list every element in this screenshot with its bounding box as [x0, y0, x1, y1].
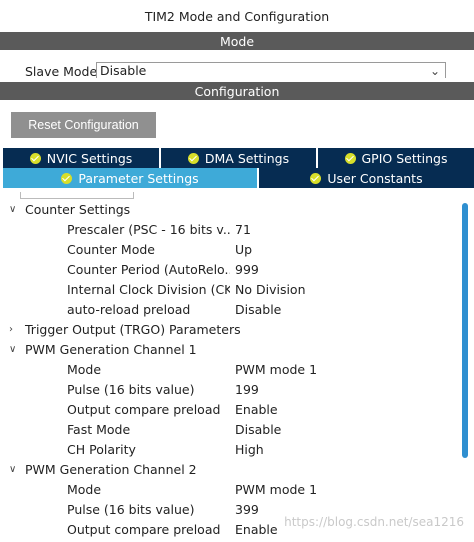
- tab-label: User Constants: [327, 170, 423, 186]
- param-name: Output compare preload: [67, 402, 221, 417]
- check-circle-icon: [344, 152, 356, 164]
- param-name: Pulse (16 bits value): [67, 382, 195, 397]
- chevron-down-icon: ⌄: [429, 64, 440, 78]
- param-name: Counter Mode: [67, 242, 155, 257]
- group-label: PWM Generation Channel 2: [25, 462, 197, 477]
- param-row[interactable]: Prescaler (PSC - 16 bits v... 71: [0, 220, 460, 240]
- param-row[interactable]: auto-reload preload Disable: [0, 300, 460, 320]
- reset-configuration-button[interactable]: Reset Configuration: [11, 112, 156, 138]
- search-field-edge[interactable]: [20, 192, 134, 199]
- param-name: Prescaler (PSC - 16 bits v...: [67, 222, 230, 237]
- param-value[interactable]: PWM mode 1: [235, 480, 317, 500]
- param-value[interactable]: Disable: [235, 420, 281, 440]
- param-row[interactable]: Mode PWM mode 1: [0, 360, 460, 380]
- mode-section-header: Mode: [0, 32, 474, 50]
- check-circle-icon: [187, 152, 199, 164]
- param-value[interactable]: Up: [235, 240, 252, 260]
- tab-label: Parameter Settings: [78, 170, 199, 186]
- param-value[interactable]: 199: [235, 380, 259, 400]
- param-value[interactable]: Enable: [235, 520, 278, 540]
- param-row[interactable]: Counter Period (AutoRelo... 999: [0, 260, 460, 280]
- tab-label: NVIC Settings: [46, 150, 133, 166]
- group-pwm-channel-2[interactable]: ∨ PWM Generation Channel 2: [0, 460, 460, 480]
- param-value[interactable]: 999: [235, 260, 259, 280]
- chevron-down-icon[interactable]: ∨: [9, 340, 16, 360]
- watermark: https://blog.csdn.net/sea1216: [284, 515, 464, 529]
- scrollbar-thumb[interactable]: [462, 203, 468, 458]
- param-row[interactable]: Counter Mode Up: [0, 240, 460, 260]
- chevron-down-icon[interactable]: ∨: [9, 200, 16, 220]
- configuration-section-header: Configuration: [0, 82, 474, 100]
- group-label: Trigger Output (TRGO) Parameters: [25, 322, 241, 337]
- check-circle-icon: [29, 152, 41, 164]
- slave-mode-label: Slave Mode: [25, 64, 98, 78]
- slave-mode-value: Disable: [100, 63, 147, 78]
- param-name: Counter Period (AutoRelo...: [67, 262, 230, 277]
- param-row[interactable]: CH Polarity High: [0, 440, 460, 460]
- param-name: auto-reload preload: [67, 302, 191, 317]
- group-label: PWM Generation Channel 1: [25, 342, 197, 357]
- tab-label: GPIO Settings: [361, 150, 448, 166]
- param-name: Mode: [67, 482, 102, 497]
- tab-nvic-settings[interactable]: NVIC Settings: [3, 148, 159, 168]
- param-name: Mode: [67, 362, 102, 377]
- param-value[interactable]: PWM mode 1: [235, 360, 317, 380]
- param-name: Internal Clock Division (CK...: [67, 282, 230, 297]
- check-circle-icon: [61, 172, 73, 184]
- param-row[interactable]: Fast Mode Disable: [0, 420, 460, 440]
- tab-parameter-settings[interactable]: Parameter Settings: [3, 168, 257, 188]
- tab-user-constants[interactable]: User Constants: [259, 168, 474, 188]
- param-row[interactable]: Mode PWM mode 1: [0, 480, 460, 500]
- tab-label: DMA Settings: [204, 150, 290, 166]
- param-name: Output compare preload: [67, 522, 221, 537]
- param-value[interactable]: High: [235, 440, 264, 460]
- group-label: Counter Settings: [25, 202, 131, 217]
- tab-gpio-settings[interactable]: GPIO Settings: [318, 148, 474, 168]
- group-trigger-output[interactable]: › Trigger Output (TRGO) Parameters: [0, 320, 460, 340]
- group-pwm-channel-1[interactable]: ∨ PWM Generation Channel 1: [0, 340, 460, 360]
- param-value[interactable]: Enable: [235, 400, 278, 420]
- param-value[interactable]: 71: [235, 220, 251, 240]
- param-name: Pulse (16 bits value): [67, 502, 195, 517]
- group-counter-settings[interactable]: ∨ Counter Settings: [0, 200, 460, 220]
- param-row[interactable]: Output compare preload Enable: [0, 400, 460, 420]
- param-value[interactable]: No Division: [235, 280, 306, 300]
- slave-mode-select[interactable]: Disable ⌄: [96, 62, 446, 78]
- param-name: CH Polarity: [67, 442, 136, 457]
- param-name: Fast Mode: [67, 422, 131, 437]
- window-title: TIM2 Mode and Configuration: [144, 8, 330, 24]
- parameter-tree: ∨ Counter Settings Prescaler (PSC - 16 b…: [0, 199, 460, 542]
- param-row[interactable]: Pulse (16 bits value) 199: [0, 380, 460, 400]
- param-value[interactable]: 399: [235, 500, 259, 520]
- param-value[interactable]: Disable: [235, 300, 281, 320]
- check-circle-icon: [310, 172, 322, 184]
- slave-mode-row: Slave Mode Disable ⌄: [0, 52, 474, 78]
- chevron-down-icon[interactable]: ∨: [9, 460, 16, 480]
- chevron-right-icon[interactable]: ›: [9, 320, 13, 340]
- tab-dma-settings[interactable]: DMA Settings: [161, 148, 316, 168]
- param-row[interactable]: Internal Clock Division (CK... No Divisi…: [0, 280, 460, 300]
